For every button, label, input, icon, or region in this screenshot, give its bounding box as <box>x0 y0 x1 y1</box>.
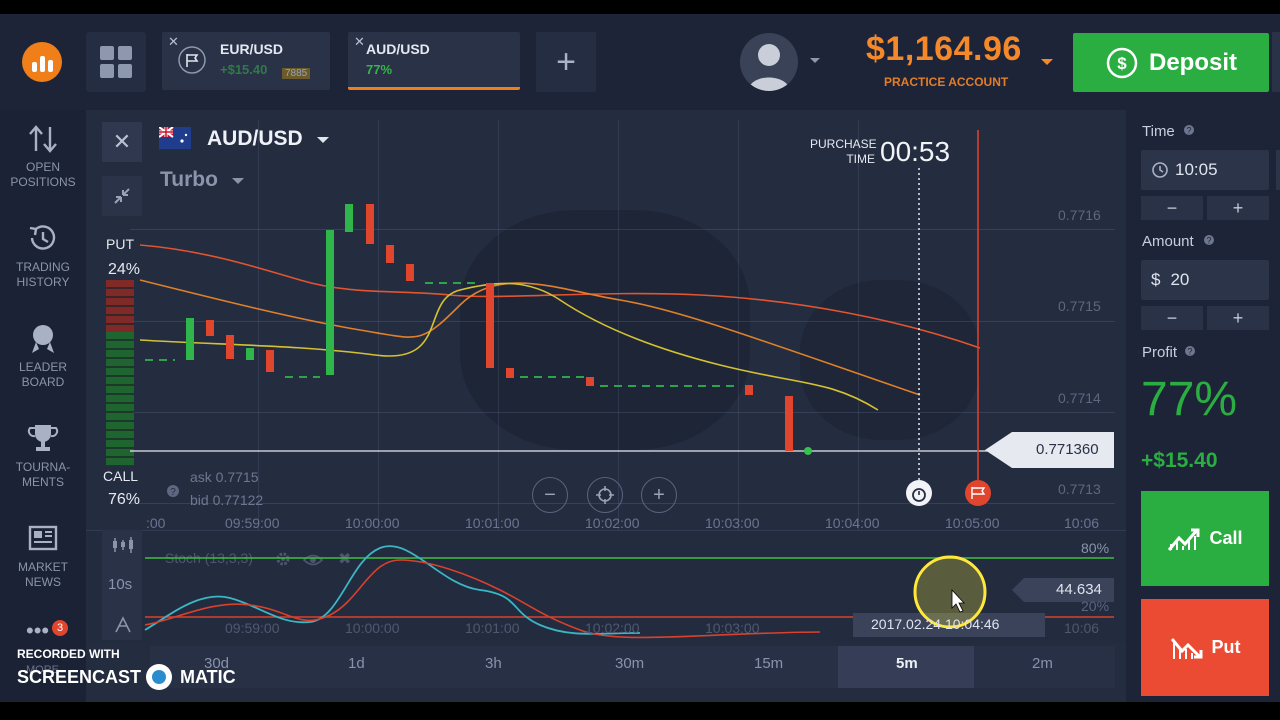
call-button[interactable]: Call <box>1141 491 1269 586</box>
put-label: Put <box>1211 637 1241 657</box>
svg-text:?: ? <box>1206 236 1211 246</box>
sub-time-tick: 10:00:00 <box>345 620 400 636</box>
amount-field[interactable]: $ 20 <box>1141 260 1269 300</box>
timeframe-1d[interactable]: 1d <box>348 655 365 672</box>
timeframe-5m[interactable]: 5m <box>896 655 918 672</box>
svg-text:?: ? <box>1186 126 1191 136</box>
timeframe-2m[interactable]: 2m <box>1032 655 1053 672</box>
put-button[interactable]: Put <box>1141 599 1269 696</box>
watermark-logo <box>146 664 172 690</box>
sub-time-tick: 10:02:00 <box>585 620 640 636</box>
sub-time-tick: 10:03:00 <box>705 620 760 636</box>
panel-edge <box>1276 150 1280 190</box>
amount-help-icon[interactable]: ? <box>1203 234 1215 246</box>
amount-decrement-button[interactable]: − <box>1141 306 1203 330</box>
time-increment-button[interactable]: + <box>1207 196 1269 220</box>
indicator-value: 44.634 <box>1056 581 1102 598</box>
sub-time-tick: 10:06 <box>1064 620 1100 636</box>
time-decrement-button[interactable]: − <box>1141 196 1203 220</box>
profit-percent: 77% <box>1141 373 1238 426</box>
deposit-label: Deposit <box>1148 48 1237 76</box>
stochastic-chart <box>144 545 1114 639</box>
svg-text:?: ? <box>1187 347 1192 357</box>
time-label: Time <box>1142 123 1175 140</box>
time-field[interactable]: 10:05 <box>1141 150 1269 190</box>
time-help-icon[interactable]: ? <box>1183 124 1195 136</box>
level-80-label: 80% <box>1081 540 1110 556</box>
call-label: Call <box>1209 528 1243 548</box>
cursor-time: 2017.02.24 10:04:46 <box>871 616 1000 632</box>
profit-label: Profit <box>1142 344 1178 361</box>
profit-help-icon[interactable]: ? <box>1184 345 1196 357</box>
chart-down-icon <box>1170 637 1202 659</box>
watermark-recorded: RECORDED WITH <box>17 647 120 661</box>
top-right-edge <box>1272 32 1280 92</box>
sub-time-tick: 10:01:00 <box>465 620 520 636</box>
watermark-brand: SCREENCAST <box>17 667 142 687</box>
watermark-brand-2: MATIC <box>180 667 236 687</box>
clock-icon <box>1152 162 1168 178</box>
amount-increment-button[interactable]: + <box>1207 306 1269 330</box>
timeframe-30m[interactable]: 30m <box>615 655 644 672</box>
amount-value: 20 <box>1170 270 1190 289</box>
bottom-black-bar <box>0 702 1280 720</box>
profit-amount: +$15.40 <box>1141 449 1218 472</box>
amount-label: Amount <box>1142 233 1194 250</box>
level-20-label: 20% <box>1081 598 1110 614</box>
amount-currency: $ <box>1151 270 1161 289</box>
timeframe-3h[interactable]: 3h <box>485 655 502 672</box>
time-value: 10:05 <box>1175 160 1218 179</box>
sub-time-tick: 09:59:00 <box>225 620 280 636</box>
timeframe-15m[interactable]: 15m <box>754 655 783 672</box>
chart-up-icon <box>1168 528 1200 551</box>
